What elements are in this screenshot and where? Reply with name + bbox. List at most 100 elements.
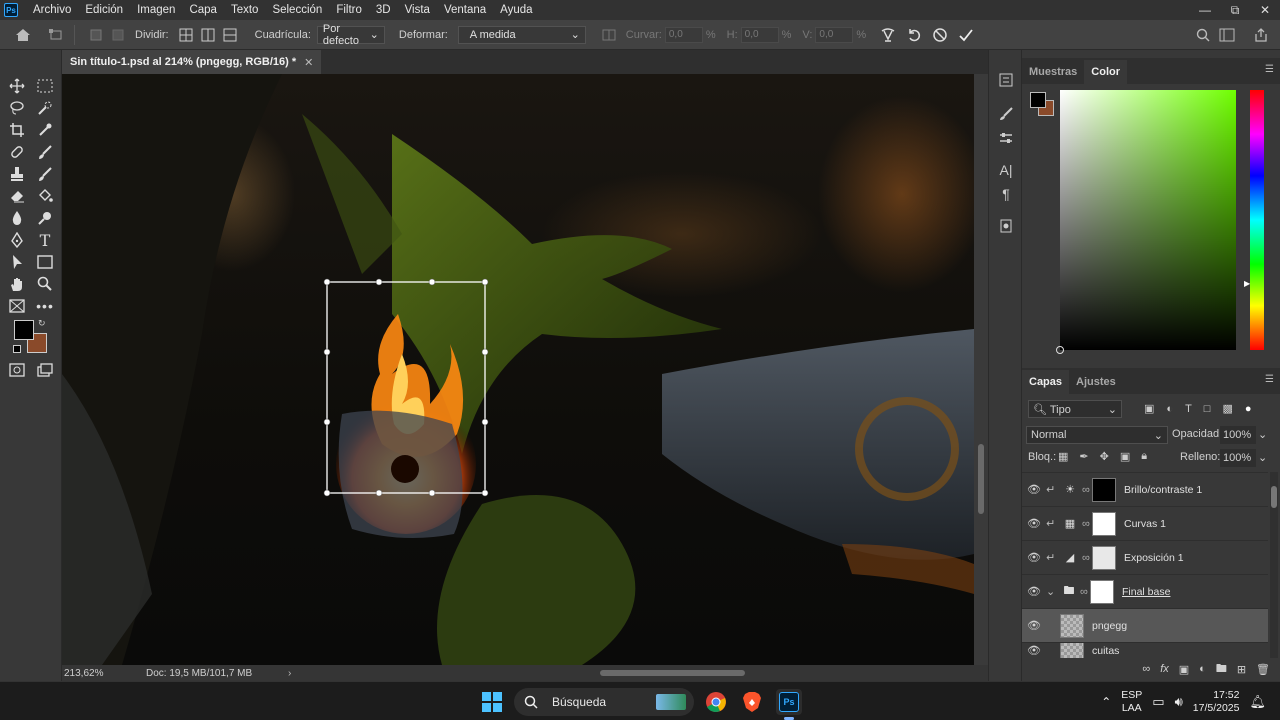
layer-mask-thumbnail[interactable]: [1092, 477, 1116, 502]
tab-color[interactable]: Color: [1084, 60, 1128, 84]
network-icon[interactable]: ▭: [1152, 694, 1164, 710]
tab-muestras[interactable]: Muestras: [1022, 60, 1084, 84]
color-panel-foreground-swatch[interactable]: [1030, 92, 1046, 108]
photoshop-taskbar-icon[interactable]: Ps: [776, 689, 802, 720]
marquee-tool-icon[interactable]: [34, 76, 56, 96]
eye-icon[interactable]: 👁︎: [1022, 551, 1046, 564]
character-icon[interactable]: A|: [995, 160, 1017, 180]
undo-icon[interactable]: [903, 24, 925, 46]
add-mask-icon[interactable]: ▣: [1179, 663, 1189, 676]
horizontal-scrollbar-thumb[interactable]: [600, 670, 745, 676]
taskbar-search[interactable]: Búsqueda: [514, 688, 694, 716]
status-menu-arrow-icon[interactable]: ›: [288, 668, 291, 679]
menu-edicion[interactable]: Edición: [78, 0, 130, 20]
menu-ayuda[interactable]: Ayuda: [493, 0, 539, 20]
layers-scrollbar[interactable]: [1270, 472, 1278, 658]
layer-mask-thumbnail[interactable]: [1090, 579, 1114, 604]
puppet-warp-icon[interactable]: [877, 24, 899, 46]
lock-transparent-icon[interactable]: ▦: [1058, 450, 1068, 463]
checkbox-icon[interactable]: [85, 24, 107, 46]
layer-thumbnail[interactable]: [1060, 613, 1084, 638]
language-indicator[interactable]: ESP LAA: [1121, 689, 1142, 715]
type-filter-icon[interactable]: T: [1185, 403, 1192, 415]
horizontal-scrollbar[interactable]: [364, 669, 1034, 677]
eyedropper-tool-icon[interactable]: [34, 120, 56, 140]
properties-icon[interactable]: [995, 128, 1017, 148]
vertical-scrollbar-thumb[interactable]: [978, 444, 984, 514]
document-canvas[interactable]: [62, 74, 974, 665]
chevron-down-icon[interactable]: ⌄: [1046, 585, 1058, 598]
layer-filter-select[interactable]: 🔍︎ Tipo ⌄: [1028, 400, 1122, 418]
move-tool-icon[interactable]: [6, 76, 28, 96]
document-tab[interactable]: Sin título-1.psd al 214% (pngegg, RGB/16…: [62, 50, 322, 74]
clock[interactable]: 17:52 17/5/2025: [1193, 689, 1240, 715]
hue-slider[interactable]: ▶: [1244, 90, 1264, 350]
warp-select[interactable]: A medida ⌄: [457, 25, 586, 44]
eye-icon[interactable]: 👁︎: [1022, 585, 1046, 598]
history-brush-tool-icon[interactable]: [34, 164, 56, 184]
layer-row[interactable]: 👁︎ ↵ ◢ ∞ Exposición 1: [1022, 540, 1268, 574]
rectangle-tool-icon[interactable]: [34, 252, 56, 272]
close-icon[interactable]: ✕: [1250, 0, 1280, 20]
color-picker-field[interactable]: [1056, 90, 1236, 354]
eye-icon[interactable]: 👁︎: [1022, 483, 1046, 496]
brave-icon[interactable]: [739, 689, 765, 715]
quick-mask-icon[interactable]: [6, 360, 28, 380]
color-panel-swatches[interactable]: [1030, 92, 1056, 118]
split-horizontal-icon[interactable]: [219, 24, 241, 46]
lock-position-icon[interactable]: ✥: [1100, 450, 1109, 463]
home-icon[interactable]: [12, 24, 34, 46]
crop-tool-icon[interactable]: [6, 120, 28, 140]
lock-all-icon[interactable]: 🔒︎: [1141, 450, 1147, 463]
layer-row[interactable]: 👁︎ ⌄ 🖿︎ ∞ Final base: [1022, 574, 1268, 608]
workspace-icon[interactable]: [1216, 24, 1238, 46]
eye-icon[interactable]: 👁︎: [1022, 517, 1046, 530]
cancel-transform-icon[interactable]: [929, 24, 951, 46]
transform-mode-icon[interactable]: [46, 24, 68, 46]
layer-row[interactable]: 👁︎ cuitas: [1022, 642, 1268, 658]
split-cross-icon[interactable]: [175, 24, 197, 46]
adjustment-layer-icon[interactable]: ◐: [1199, 663, 1206, 675]
vertical-scrollbar[interactable]: [974, 74, 988, 665]
menu-seleccion[interactable]: Selección: [265, 0, 329, 20]
screen-mode-icon[interactable]: [34, 360, 56, 380]
default-colors-icon[interactable]: [13, 345, 21, 353]
menu-filtro[interactable]: Filtro: [329, 0, 369, 20]
path-selection-tool-icon[interactable]: [6, 252, 28, 272]
hue-slider-marker[interactable]: ▶: [1244, 279, 1250, 288]
menu-archivo[interactable]: Archivo: [26, 0, 78, 20]
search-icon[interactable]: [1192, 24, 1214, 46]
minimize-icon[interactable]: —: [1190, 0, 1220, 20]
eraser-tool-icon[interactable]: [6, 186, 28, 206]
layer-thumbnail[interactable]: [1060, 643, 1084, 658]
menu-texto[interactable]: Texto: [224, 0, 266, 20]
panel-menu-icon[interactable]: ☰: [1265, 374, 1274, 385]
paint-bucket-tool-icon[interactable]: [34, 186, 56, 206]
delete-layer-icon[interactable]: 🗑︎: [1256, 663, 1270, 676]
new-layer-icon[interactable]: ⊞: [1237, 663, 1246, 676]
chevron-up-icon[interactable]: ⌃: [1101, 695, 1111, 709]
volume-icon[interactable]: 🔊︎: [1175, 694, 1183, 710]
menu-vista[interactable]: Vista: [398, 0, 437, 20]
menu-imagen[interactable]: Imagen: [130, 0, 182, 20]
tab-ajustes[interactable]: Ajustes: [1069, 370, 1123, 394]
menu-3d[interactable]: 3D: [369, 0, 398, 20]
restore-icon[interactable]: ⧉: [1220, 0, 1250, 20]
blur-tool-icon[interactable]: [6, 208, 28, 228]
new-group-icon[interactable]: 🖿︎: [1216, 660, 1227, 679]
windows-start-icon[interactable]: [479, 689, 505, 715]
menu-ventana[interactable]: Ventana: [437, 0, 493, 20]
commit-transform-icon[interactable]: [955, 24, 977, 46]
layer-mask-thumbnail[interactable]: [1092, 511, 1116, 536]
lasso-tool-icon[interactable]: [6, 98, 28, 118]
curvar-field[interactable]: 0,0: [664, 26, 703, 43]
zoom-tool-icon[interactable]: [34, 274, 56, 294]
close-icon[interactable]: ✕: [304, 56, 313, 69]
libraries-icon[interactable]: [995, 216, 1017, 236]
hand-tool-icon[interactable]: [6, 274, 28, 294]
smart-object-filter-icon[interactable]: ▩: [1222, 402, 1232, 415]
notifications-icon[interactable]: 🔔︎: [1249, 694, 1266, 710]
menu-capa[interactable]: Capa: [182, 0, 224, 20]
layer-mask-thumbnail[interactable]: [1092, 545, 1116, 570]
brush-tool-icon[interactable]: [34, 142, 56, 162]
